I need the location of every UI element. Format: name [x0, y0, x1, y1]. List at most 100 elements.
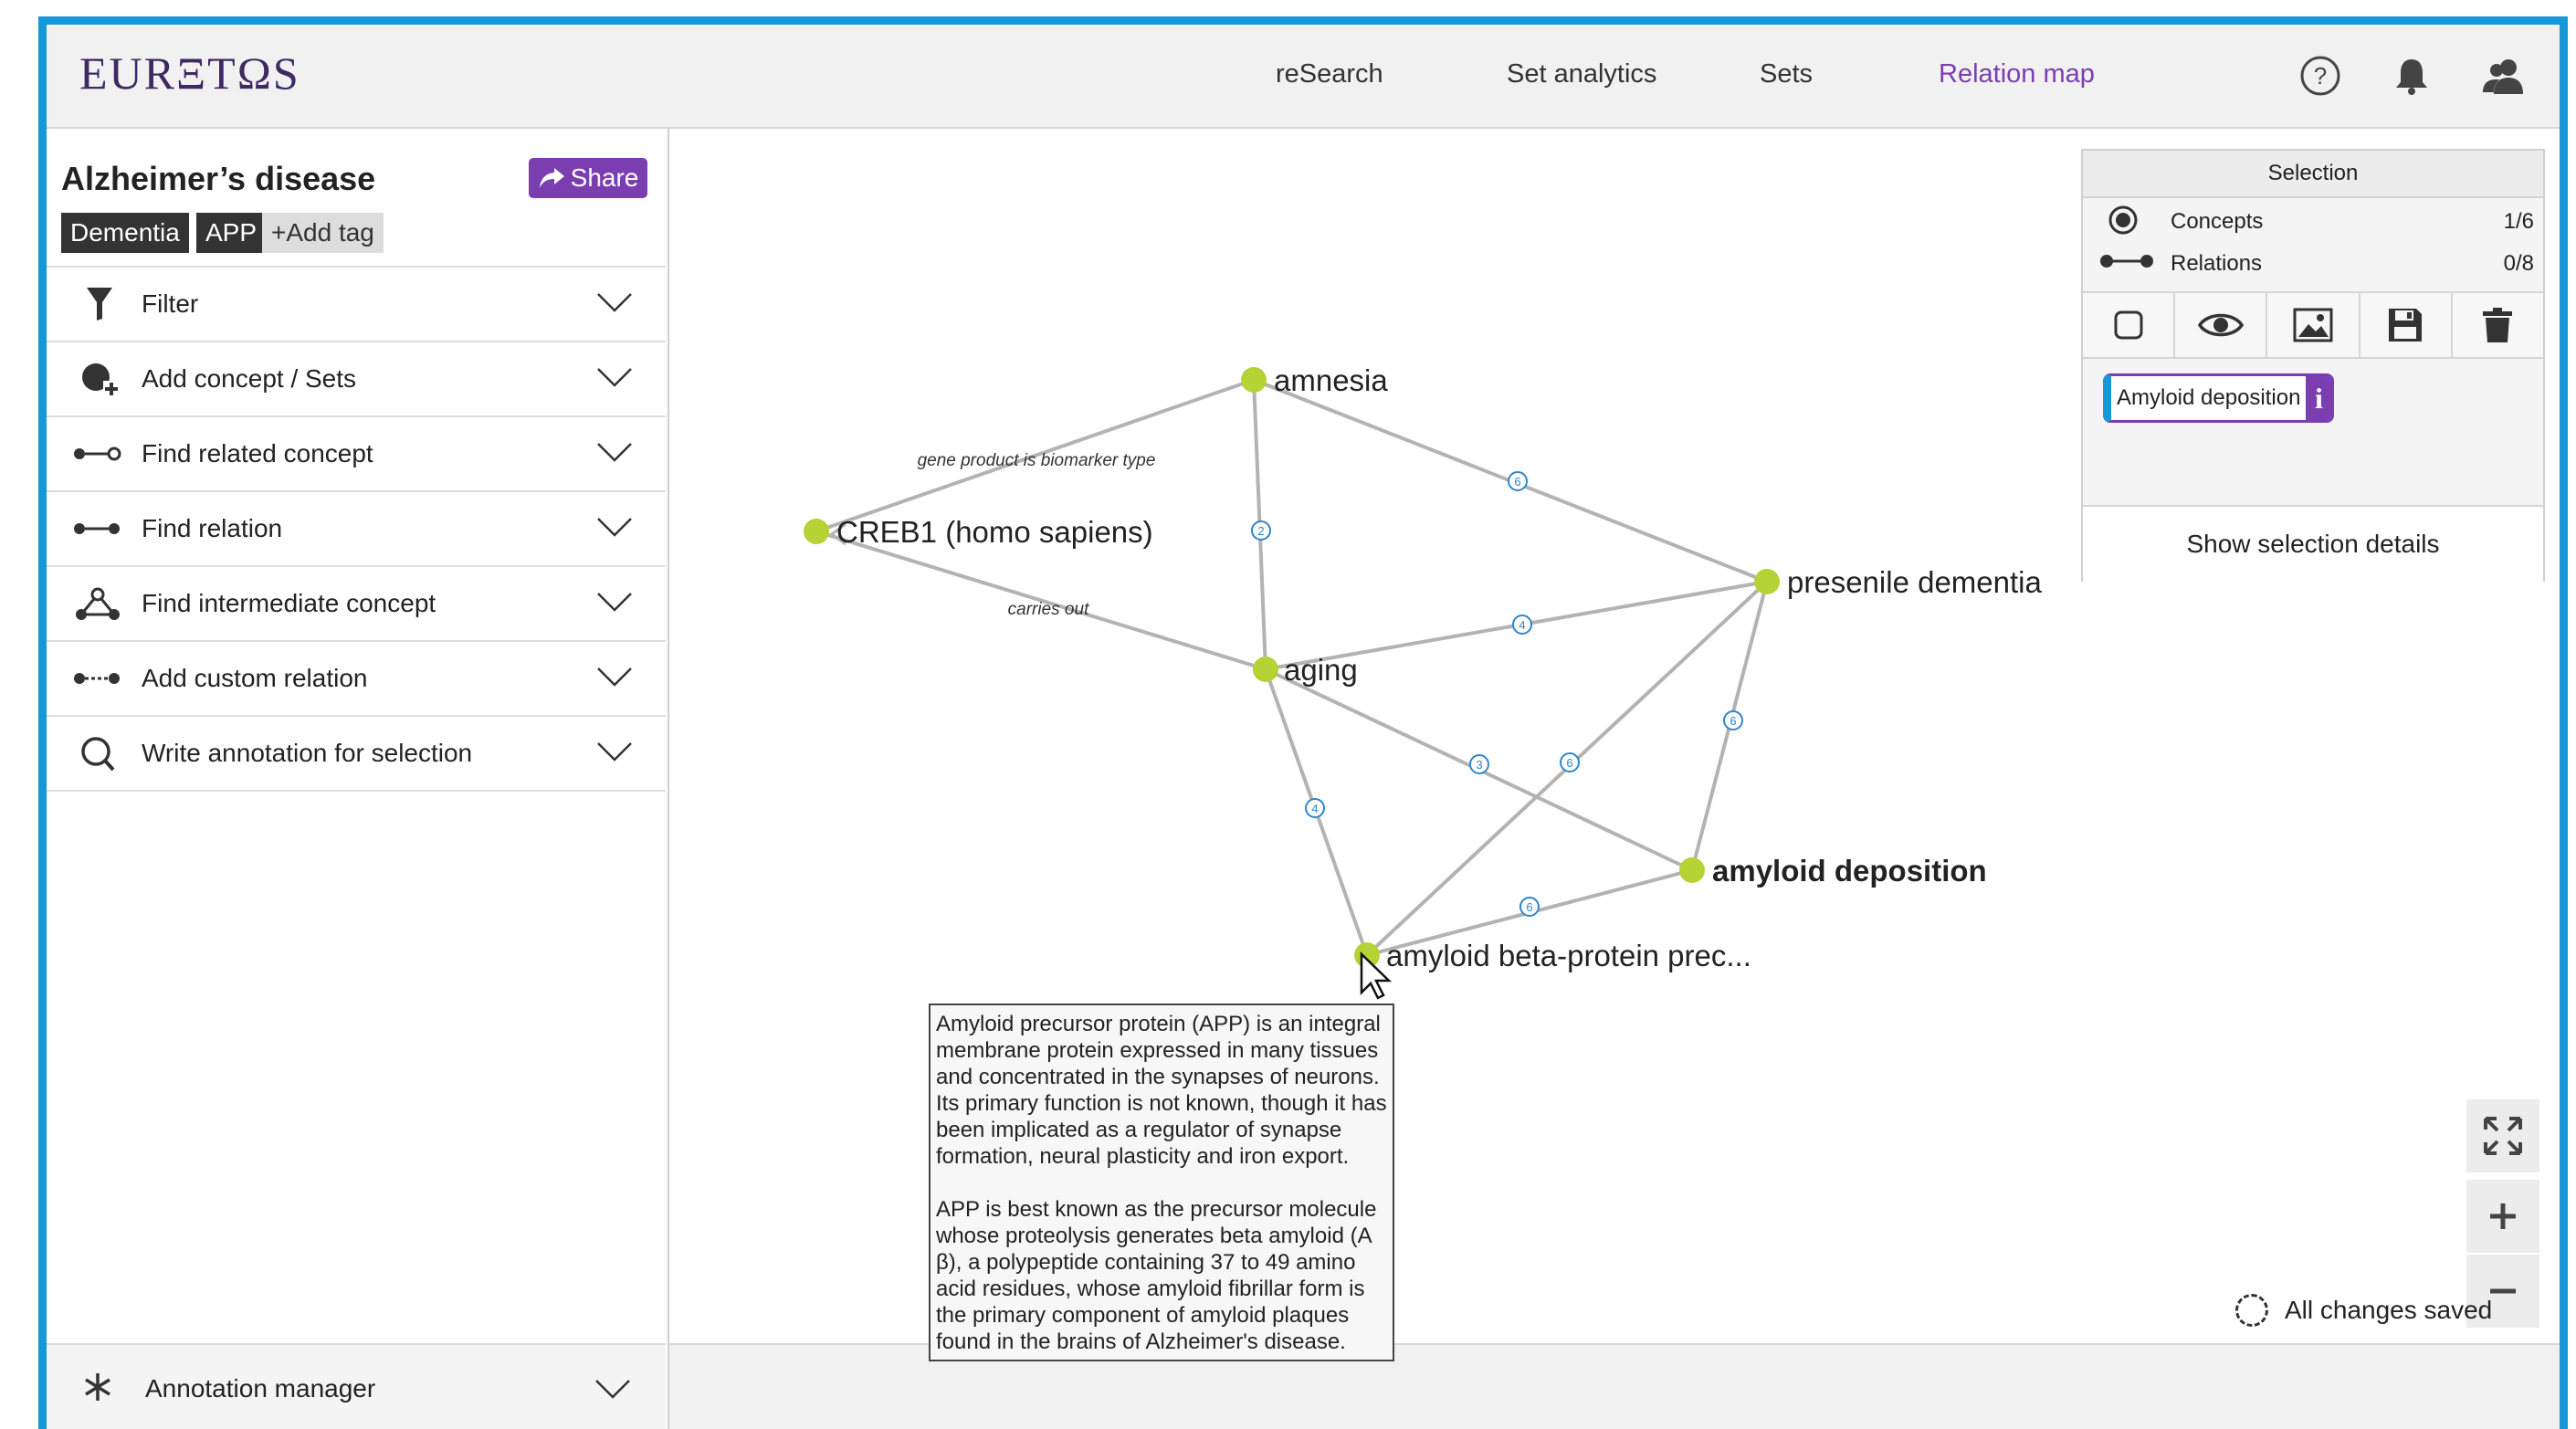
radio-icon [2108, 205, 2138, 235]
node-label-presenile-dementia[interactable]: presenile dementia [1787, 565, 2042, 599]
edge-count-badge[interactable]: 3 [1476, 758, 1482, 772]
plus-icon [2490, 1203, 2516, 1229]
share-label: Share [570, 163, 639, 192]
chevron-down-icon [597, 443, 632, 462]
edge-count-badge[interactable]: 2 [1257, 524, 1264, 538]
selection-panel: Selection Concepts 1/6 Relations 0/8 Amy… [2081, 149, 2545, 582]
add-tag-button[interactable]: +Add tag [262, 213, 384, 253]
menu-label: Find intermediate concept [142, 589, 436, 617]
checkbox-icon [2114, 310, 2143, 340]
menu-add-concept[interactable]: Add concept / Sets [47, 342, 666, 417]
app-window: EURΞTΩS reSearch Set analytics Sets Rela… [38, 16, 2568, 1429]
chevron-down-icon [595, 1380, 630, 1399]
chevron-down-icon [597, 518, 632, 537]
relations-count: 0/8 [2503, 251, 2534, 276]
edge-count-badge[interactable]: 6 [1730, 714, 1736, 728]
zoom-in-button[interactable] [2466, 1180, 2539, 1253]
asterisk-icon [85, 1373, 110, 1401]
fullscreen-button[interactable] [2466, 1099, 2539, 1172]
menu-label: Filter [142, 289, 199, 318]
node-aging[interactable] [1253, 657, 1278, 682]
bell-icon[interactable] [2390, 54, 2434, 98]
share-button[interactable]: Share [529, 158, 647, 198]
node-creb1[interactable] [804, 519, 829, 544]
toggle-visibility-button[interactable] [2175, 293, 2268, 357]
menu-label: Write annotation for selection [142, 739, 473, 767]
selection-relations-row[interactable]: Relations 0/8 [2083, 240, 2543, 282]
info-icon[interactable]: i [2306, 376, 2332, 420]
menu-write-annotation[interactable]: Write annotation for selection [47, 717, 666, 792]
node-amnesia[interactable] [1241, 367, 1267, 393]
edge-count-badge[interactable]: 6 [1526, 900, 1532, 914]
selected-concept-chip[interactable]: Amyloid deposition i [2103, 373, 2335, 423]
chevron-down-icon [597, 667, 632, 687]
spinner-icon [2235, 1294, 2268, 1327]
sidebar: Alzheimer’s disease Share Dementia APP +… [47, 129, 669, 1429]
edge-count-badge[interactable]: 6 [1514, 475, 1520, 489]
annotation-manager[interactable]: Annotation manager [47, 1343, 666, 1429]
node-label-aging[interactable]: aging [1284, 653, 1358, 687]
logo: EURΞTΩS [79, 47, 300, 99]
selection-title: Selection [2083, 151, 2543, 198]
project-title: Alzheimer’s disease [61, 160, 376, 197]
help-icon[interactable]: ? [2298, 54, 2342, 98]
eye-icon [2197, 313, 2244, 337]
save-selection-button[interactable] [2360, 293, 2453, 357]
nav-set-analytics[interactable]: Set analytics [1507, 59, 1656, 89]
tooltip-paragraph: Amyloid precursor protein (APP) is an in… [936, 1012, 1387, 1169]
svg-text:?: ? [2314, 62, 2327, 89]
tag-app[interactable]: APP [196, 213, 267, 253]
fullscreen-icon [2484, 1117, 2522, 1155]
user-icon[interactable] [2481, 54, 2525, 98]
node-label-app[interactable]: amyloid beta-protein prec... [1386, 939, 1751, 972]
chevron-down-icon [597, 593, 632, 612]
annotation-manager-label: Annotation manager [145, 1374, 376, 1403]
nav-research[interactable]: reSearch [1276, 59, 1383, 89]
nav-sets[interactable]: Sets [1760, 59, 1813, 89]
menu-add-custom-relation[interactable]: Add custom relation [47, 642, 666, 717]
tool-menu: Filter Add concept / Sets Find related c… [47, 266, 666, 792]
save-status: All changes saved [2235, 1294, 2492, 1327]
node-label-amnesia[interactable]: amnesia [1274, 363, 1388, 397]
save-status-text: All changes saved [2285, 1296, 2493, 1324]
chevron-down-icon [597, 293, 632, 312]
node-amyloid-deposition[interactable] [1679, 857, 1705, 883]
tag-dementia[interactable]: Dementia [61, 213, 189, 253]
related-concept-icon [74, 447, 121, 461]
delete-selection-button[interactable] [2452, 293, 2544, 357]
concepts-label: Concepts [2171, 209, 2264, 234]
tooltip-paragraph: APP is best known as the precursor molec… [936, 1197, 1377, 1354]
chevron-down-icon [597, 368, 632, 387]
menu-filter[interactable]: Filter [47, 268, 666, 342]
chip-label: Amyloid deposition [2117, 385, 2301, 410]
menu-find-relation[interactable]: Find relation [47, 492, 666, 567]
show-selection-details-button[interactable]: Show selection details [2083, 505, 2543, 582]
node-presenile-dementia[interactable] [1754, 569, 1780, 594]
edge-count-badge[interactable]: 4 [1311, 802, 1318, 815]
menu-label: Find relation [142, 514, 283, 542]
menu-label: Add concept / Sets [142, 364, 357, 393]
search-icon [81, 737, 115, 772]
selection-toolbar [2083, 291, 2544, 359]
selection-concepts-row[interactable]: Concepts 1/6 [2083, 198, 2543, 240]
filter-icon [87, 288, 112, 320]
menu-find-related-concept[interactable]: Find related concept [47, 417, 666, 492]
custom-relation-icon [74, 673, 120, 684]
nav-relation-map[interactable]: Relation map [1939, 59, 2095, 89]
edge-count-badge[interactable]: 6 [1566, 756, 1572, 770]
add-concept-icon [82, 363, 120, 397]
menu-label: Add custom relation [142, 664, 368, 692]
export-image-button[interactable] [2267, 293, 2360, 357]
node-label-amyloid-deposition[interactable]: amyloid deposition [1712, 854, 1987, 888]
trash-icon [2483, 308, 2513, 342]
node-label-creb1[interactable]: CREB1 (homo sapiens) [836, 515, 1153, 549]
edge-count-badge[interactable]: 4 [1519, 618, 1525, 632]
share-icon [539, 168, 564, 188]
concepts-count: 1/6 [2503, 209, 2534, 234]
intermediate-concept-icon [76, 587, 120, 620]
chevron-down-icon [597, 742, 632, 762]
image-icon [2293, 308, 2333, 342]
menu-find-intermediate-concept[interactable]: Find intermediate concept [47, 567, 666, 642]
save-icon [2389, 309, 2423, 341]
select-all-button[interactable] [2083, 293, 2176, 357]
